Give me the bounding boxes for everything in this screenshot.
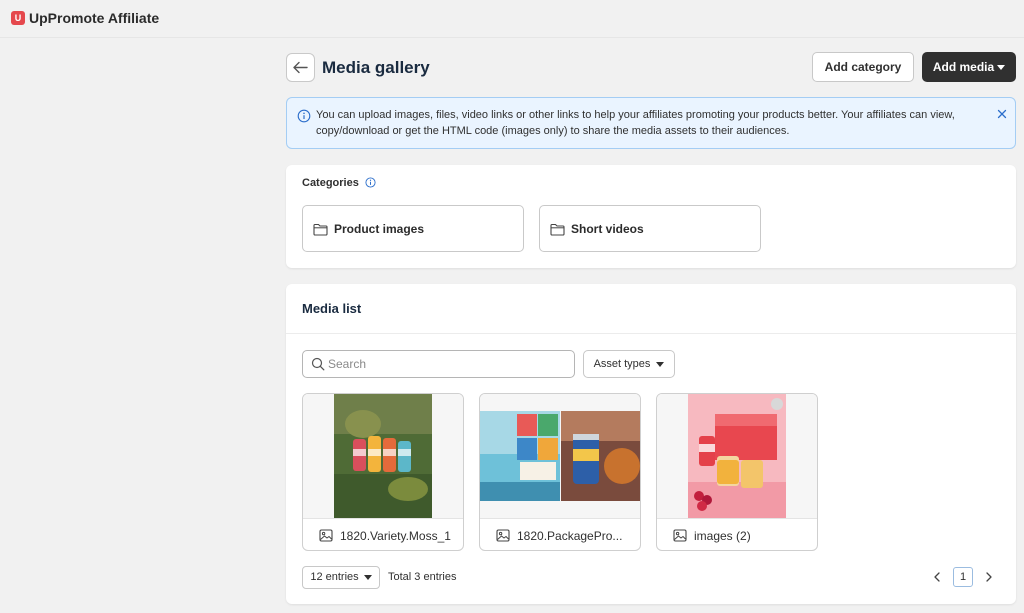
page-number-button[interactable]: 1: [953, 567, 973, 587]
add-media-button[interactable]: Add media: [922, 52, 1016, 82]
product-photo-image: [480, 394, 640, 518]
chevron-left-icon[interactable]: [930, 568, 944, 586]
media-list-card: Media list Asset types: [286, 284, 1016, 604]
category-short-videos[interactable]: Short videos: [539, 205, 761, 252]
product-photo-image: [303, 394, 463, 518]
media-item[interactable]: 1820.PackagePro...: [479, 393, 641, 551]
categories-card: Categories Product images Short videos: [286, 165, 1016, 268]
page-title: Media gallery: [322, 58, 430, 77]
folder-icon: [313, 223, 328, 236]
info-icon[interactable]: [365, 177, 376, 188]
folder-icon: [550, 223, 565, 236]
media-item-footer: images (2): [657, 518, 817, 550]
banner-text: You can upload images, files, video link…: [316, 109, 955, 137]
caret-down-icon: [656, 361, 665, 367]
image-icon: [496, 529, 510, 542]
media-item-label: 1820.Variety.Moss_1: [340, 529, 451, 543]
arrow-left-icon: [293, 61, 308, 74]
image-icon: [673, 529, 687, 542]
add-media-label: Add media: [932, 60, 995, 74]
caret-down-icon: [997, 65, 1006, 71]
media-list-heading: Media list: [302, 301, 362, 316]
entries-label: 12 entries: [310, 571, 359, 583]
search-icon: [311, 357, 325, 371]
category-product-images[interactable]: Product images: [302, 205, 524, 252]
categories-heading: Categories: [302, 177, 359, 189]
search-input[interactable]: [328, 356, 568, 372]
top-bar: U UpPromote Affiliate: [0, 0, 1024, 38]
media-item-label: images (2): [694, 529, 751, 543]
media-item[interactable]: images (2): [656, 393, 818, 551]
close-icon[interactable]: [995, 107, 1009, 121]
total-entries: Total 3 entries: [388, 571, 457, 583]
add-category-button[interactable]: Add category: [812, 52, 914, 82]
media-item-label: 1820.PackagePro...: [517, 529, 623, 543]
caret-down-icon: [363, 574, 372, 580]
image-icon: [319, 529, 333, 542]
asset-types-label: Asset types: [593, 358, 651, 370]
chevron-right-icon[interactable]: [982, 568, 996, 586]
category-label: Short videos: [571, 222, 644, 236]
info-banner: You can upload images, files, video link…: [286, 97, 1016, 149]
media-thumbnail[interactable]: [657, 394, 817, 518]
entries-per-page-dropdown[interactable]: 12 entries: [302, 566, 380, 589]
product-photo-image: [657, 394, 817, 518]
info-icon: [297, 109, 311, 123]
search-field[interactable]: [302, 350, 575, 378]
category-label: Product images: [334, 222, 425, 236]
app-logo-icon: U: [11, 11, 25, 25]
back-button[interactable]: [286, 53, 315, 82]
media-item[interactable]: 1820.Variety.Moss_1: [302, 393, 464, 551]
media-item-footer: 1820.Variety.Moss_1: [303, 518, 463, 550]
app-name: UpPromote Affiliate: [29, 10, 160, 26]
divider: [286, 333, 1016, 334]
media-thumbnail[interactable]: [303, 394, 463, 518]
media-item-footer: 1820.PackagePro...: [480, 518, 640, 550]
media-thumbnail[interactable]: [480, 394, 640, 518]
asset-types-dropdown[interactable]: Asset types: [583, 350, 675, 378]
add-category-label: Add category: [824, 60, 902, 74]
